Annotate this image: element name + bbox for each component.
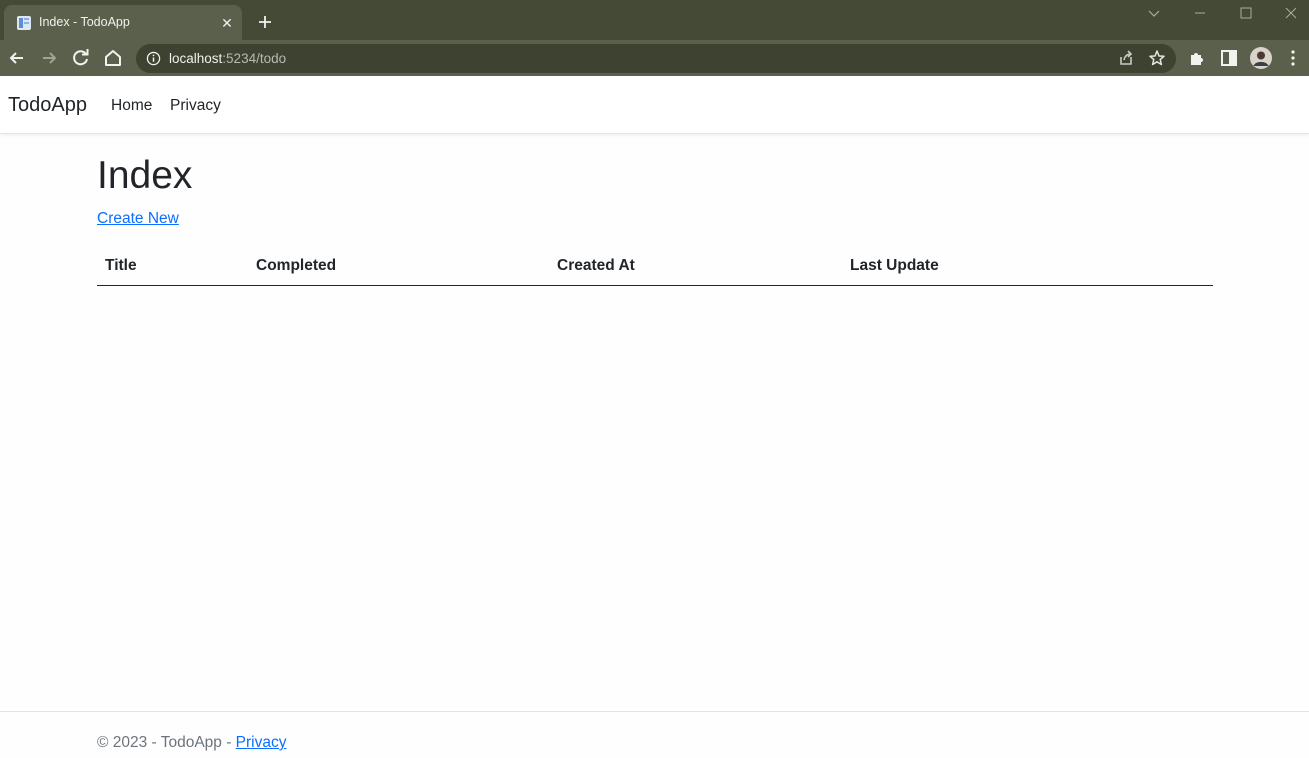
column-header-completed: Completed	[248, 246, 549, 286]
site-info-icon[interactable]	[146, 51, 161, 66]
page-title: Index	[97, 154, 193, 197]
column-header-last-update: Last Update	[842, 246, 1213, 286]
forward-arrow-icon[interactable]	[37, 46, 61, 70]
site-navbar: TodoApp Home Privacy	[0, 77, 1309, 134]
browser-menu-icon[interactable]	[1281, 46, 1305, 70]
share-icon[interactable]	[1114, 46, 1138, 70]
todo-table: Title Completed Created At Last Update	[97, 246, 1213, 286]
extensions-puzzle-icon[interactable]	[1185, 46, 1209, 70]
browser-titlebar: Index - TodoApp ✕	[0, 0, 1309, 40]
tab-close-icon[interactable]: ✕	[218, 14, 236, 32]
footer-privacy-link[interactable]: Privacy	[236, 734, 287, 751]
url-host: localhost	[169, 51, 223, 66]
site-footer: © 2023 - TodoApp - Privacy	[0, 711, 1309, 758]
create-new-link[interactable]: Create New	[97, 210, 179, 228]
table-header-row: Title Completed Created At Last Update	[97, 246, 1213, 286]
new-tab-plus-icon[interactable]	[255, 12, 275, 32]
nav-link-home[interactable]: Home	[111, 97, 152, 115]
page-favicon-icon	[17, 16, 31, 30]
nav-link-privacy[interactable]: Privacy	[170, 97, 221, 115]
footer-text: © 2023 - TodoApp - Privacy	[97, 734, 287, 752]
url-path: :5234/todo	[222, 51, 287, 66]
browser-tab-active[interactable]: Index - TodoApp ✕	[4, 5, 242, 40]
footer-copyright: © 2023 - TodoApp -	[97, 734, 236, 751]
url-text[interactable]: localhost:5234/todo	[169, 51, 286, 66]
browser-toolbar: localhost:5234/todo	[0, 40, 1309, 76]
minimize-icon[interactable]	[1177, 2, 1223, 24]
close-window-icon[interactable]	[1263, 2, 1309, 24]
profile-avatar-icon[interactable]	[1249, 46, 1273, 70]
column-header-created-at: Created At	[549, 246, 842, 286]
side-panel-icon[interactable]	[1217, 46, 1241, 70]
tab-search-chevron-icon[interactable]	[1131, 2, 1177, 24]
bookmark-star-icon[interactable]	[1145, 46, 1169, 70]
address-bar[interactable]: localhost:5234/todo	[136, 44, 1176, 73]
reload-icon[interactable]	[69, 46, 93, 70]
back-arrow-icon[interactable]	[5, 46, 29, 70]
column-header-title: Title	[97, 246, 248, 286]
home-icon[interactable]	[101, 46, 125, 70]
tab-title: Index - TodoApp	[39, 15, 130, 29]
navbar-brand[interactable]: TodoApp	[8, 94, 87, 117]
